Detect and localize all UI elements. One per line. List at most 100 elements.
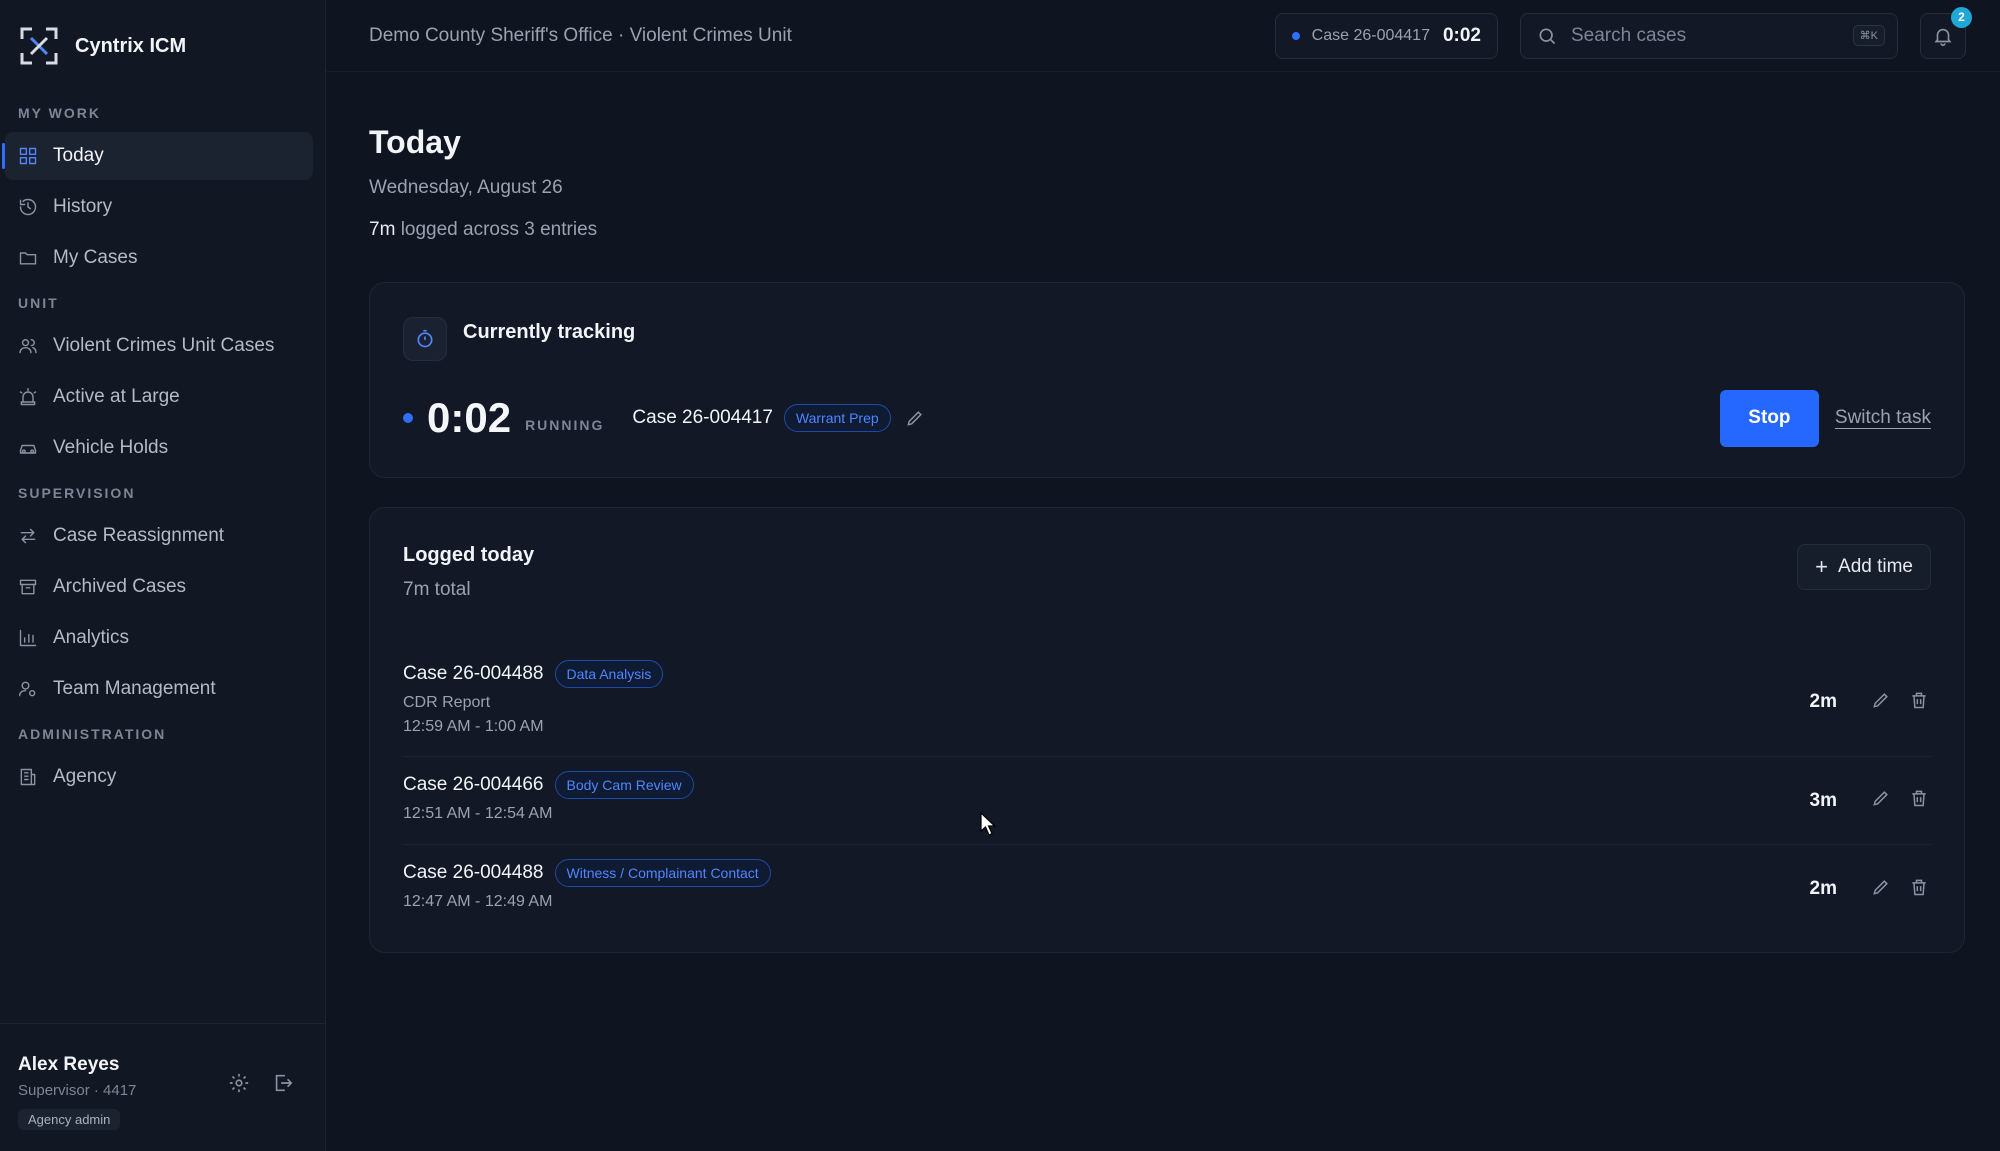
folder-icon — [18, 248, 38, 268]
tracking-task-tag: Warrant Prep — [783, 404, 891, 432]
logout-icon — [275, 1074, 293, 1092]
tracking-case[interactable]: Case 26-004417 — [632, 407, 773, 429]
sidebar-item-label: Active at Large — [53, 386, 180, 407]
trash-icon — [1909, 788, 1929, 813]
nav-list: Today History My Cases — [0, 132, 325, 282]
add-time-button[interactable]: + Add time — [1797, 544, 1931, 590]
entry-time-range: 12:51 AM - 12:54 AM — [403, 805, 553, 822]
sidebar-item-violent-crimes-unit-cases[interactable]: Violent Crimes Unit Cases — [5, 322, 313, 370]
swap-icon — [18, 526, 38, 546]
archive-icon — [18, 577, 38, 597]
brand[interactable]: Cyntrix ICM — [0, 0, 325, 92]
settings-button[interactable] — [227, 1071, 251, 1095]
switch-task-link[interactable]: Switch task — [1835, 407, 1931, 429]
pencil-icon — [1871, 877, 1891, 902]
tracking-icon-box — [403, 317, 447, 361]
sidebar-item-today[interactable]: Today — [2, 132, 313, 180]
delete-entry-button[interactable] — [1907, 690, 1931, 714]
running-dot-icon — [1291, 31, 1300, 40]
user-role-badge: Agency admin — [18, 1109, 121, 1130]
sidebar-item-label: Team Management — [53, 678, 216, 699]
nav-section: MY WORK Today History My Cases — [0, 102, 325, 282]
add-time-label: Add time — [1838, 556, 1913, 577]
sidebar-item-team-management[interactable]: Team Management — [5, 665, 313, 713]
timer-time: 0:02 — [1442, 24, 1481, 46]
sidebar-item-label: My Cases — [53, 247, 138, 268]
timer-case: Case 26-004417 — [1311, 26, 1430, 44]
pencil-icon — [1871, 690, 1891, 715]
entry-case[interactable]: Case 26-004488 — [403, 663, 544, 685]
pencil-icon — [906, 411, 922, 426]
nav-section-title: UNIT — [18, 295, 59, 311]
edit-entry-button[interactable] — [1869, 789, 1893, 813]
nav-section-title: ADMINISTRATION — [18, 726, 167, 742]
logged-entry[interactable]: Case 26-004488 Data Analysis CDR Report 12:… — [403, 648, 1931, 757]
entry-duration: 3m — [1809, 789, 1837, 811]
sidebar-item-analytics[interactable]: Analytics — [5, 614, 313, 662]
siren-icon — [18, 387, 38, 407]
nav-section-title: SUPERVISION — [18, 485, 136, 501]
tracking-actions: Stop Switch task — [1719, 389, 1931, 447]
trash-icon — [1909, 690, 1929, 715]
entry-heading: Case 26-004466 Body Cam Review — [403, 771, 1931, 799]
delete-entry-button[interactable] — [1907, 877, 1931, 901]
notifications-button[interactable]: 2 — [1920, 6, 1972, 59]
sidebar-item-agency[interactable]: Agency — [5, 753, 313, 801]
gear-icon — [229, 1073, 249, 1093]
entry-task-tag: Witness / Complainant Contact — [554, 859, 771, 887]
tracking-card: Currently tracking 0:02 RUNNING Case 26-… — [369, 282, 1965, 478]
logout-button[interactable] — [271, 1071, 295, 1095]
sidebar-item-label: History — [53, 196, 113, 217]
nav-section-title: MY WORK — [18, 105, 101, 121]
sidebar-item-label: Violent Crimes Unit Cases — [53, 335, 275, 356]
page-summary: 7m logged across 3 entries — [369, 219, 1965, 241]
pencil-icon — [1871, 788, 1891, 813]
logged-entry[interactable]: Case 26-004466 Body Cam Review 12:51 AM - … — [403, 757, 1931, 845]
active-timer-chip[interactable]: Case 26-004417 0:02 — [1274, 12, 1498, 59]
sidebar-item-active-at-large[interactable]: Active at Large — [5, 373, 313, 421]
entry-case[interactable]: Case 26-004466 — [403, 774, 544, 796]
entry-heading: Case 26-004488 Data Analysis — [403, 660, 1931, 688]
entry-actions: 2m — [1810, 877, 1931, 901]
user-gear-icon — [18, 679, 38, 699]
user-actions — [227, 1071, 295, 1095]
search-input[interactable] — [1571, 24, 1853, 47]
tracking-title: Currently tracking — [463, 320, 636, 343]
logged-entry[interactable]: Case 26-004488 Witness / Complainant Cont… — [403, 845, 1931, 933]
sidebar-item-archived-cases[interactable]: Archived Cases — [5, 563, 313, 611]
nav-list: Agency — [0, 753, 325, 801]
search-box: ⌘K — [1520, 12, 1898, 59]
edit-tracking-button[interactable] — [905, 408, 925, 428]
tracking-state: RUNNING — [525, 417, 605, 433]
delete-entry-button[interactable] — [1907, 789, 1931, 813]
entry-task-tag: Body Cam Review — [554, 771, 694, 799]
sidebar-item-history[interactable]: History — [5, 183, 313, 231]
tracking-row: 0:02 RUNNING Case 26-004417 Warrant Prep… — [403, 389, 1931, 447]
nav-list: Violent Crimes Unit Cases Active at Large… — [0, 322, 325, 472]
sidebar-item-my-cases[interactable]: My Cases — [5, 234, 313, 282]
building-icon — [18, 767, 38, 787]
user-panel: Alex Reyes Supervisor · 4417 Agency admi… — [0, 1023, 325, 1151]
summary-text: logged across 3 entries — [400, 219, 598, 240]
entry-case[interactable]: Case 26-004488 — [403, 862, 544, 884]
topbar: Demo County Sheriff's Office · Violent C… — [326, 0, 2000, 72]
stop-button[interactable]: Stop — [1719, 389, 1819, 447]
nav-list: Case Reassignment Archived Cases Analytics… — [0, 512, 325, 713]
sidebar-item-vehicle-holds[interactable]: Vehicle Holds — [5, 424, 313, 472]
edit-entry-button[interactable] — [1869, 877, 1893, 901]
history-icon — [18, 197, 38, 217]
entry-duration: 2m — [1809, 878, 1837, 899]
mouse-cursor-icon — [980, 812, 996, 836]
breadcrumb: Demo County Sheriff's Office · Violent C… — [369, 24, 792, 46]
edit-entry-button[interactable] — [1869, 690, 1893, 714]
entry-time-range: 12:59 AM - 1:00 AM — [403, 718, 544, 735]
grid-icon — [18, 146, 38, 166]
sidebar-item-label: Archived Cases — [53, 576, 187, 597]
sidebar: Cyntrix ICM MY WORK Today History My Cases U… — [0, 0, 326, 1151]
plus-icon: + — [1815, 554, 1829, 579]
stopwatch-icon — [417, 329, 433, 348]
sidebar-item-case-reassignment[interactable]: Case Reassignment — [5, 512, 313, 560]
entry-heading: Case 26-004488 Witness / Complainant Cont… — [403, 859, 1931, 887]
logged-header: Logged today 7m total — [403, 544, 534, 601]
search-icon — [1539, 28, 1556, 44]
